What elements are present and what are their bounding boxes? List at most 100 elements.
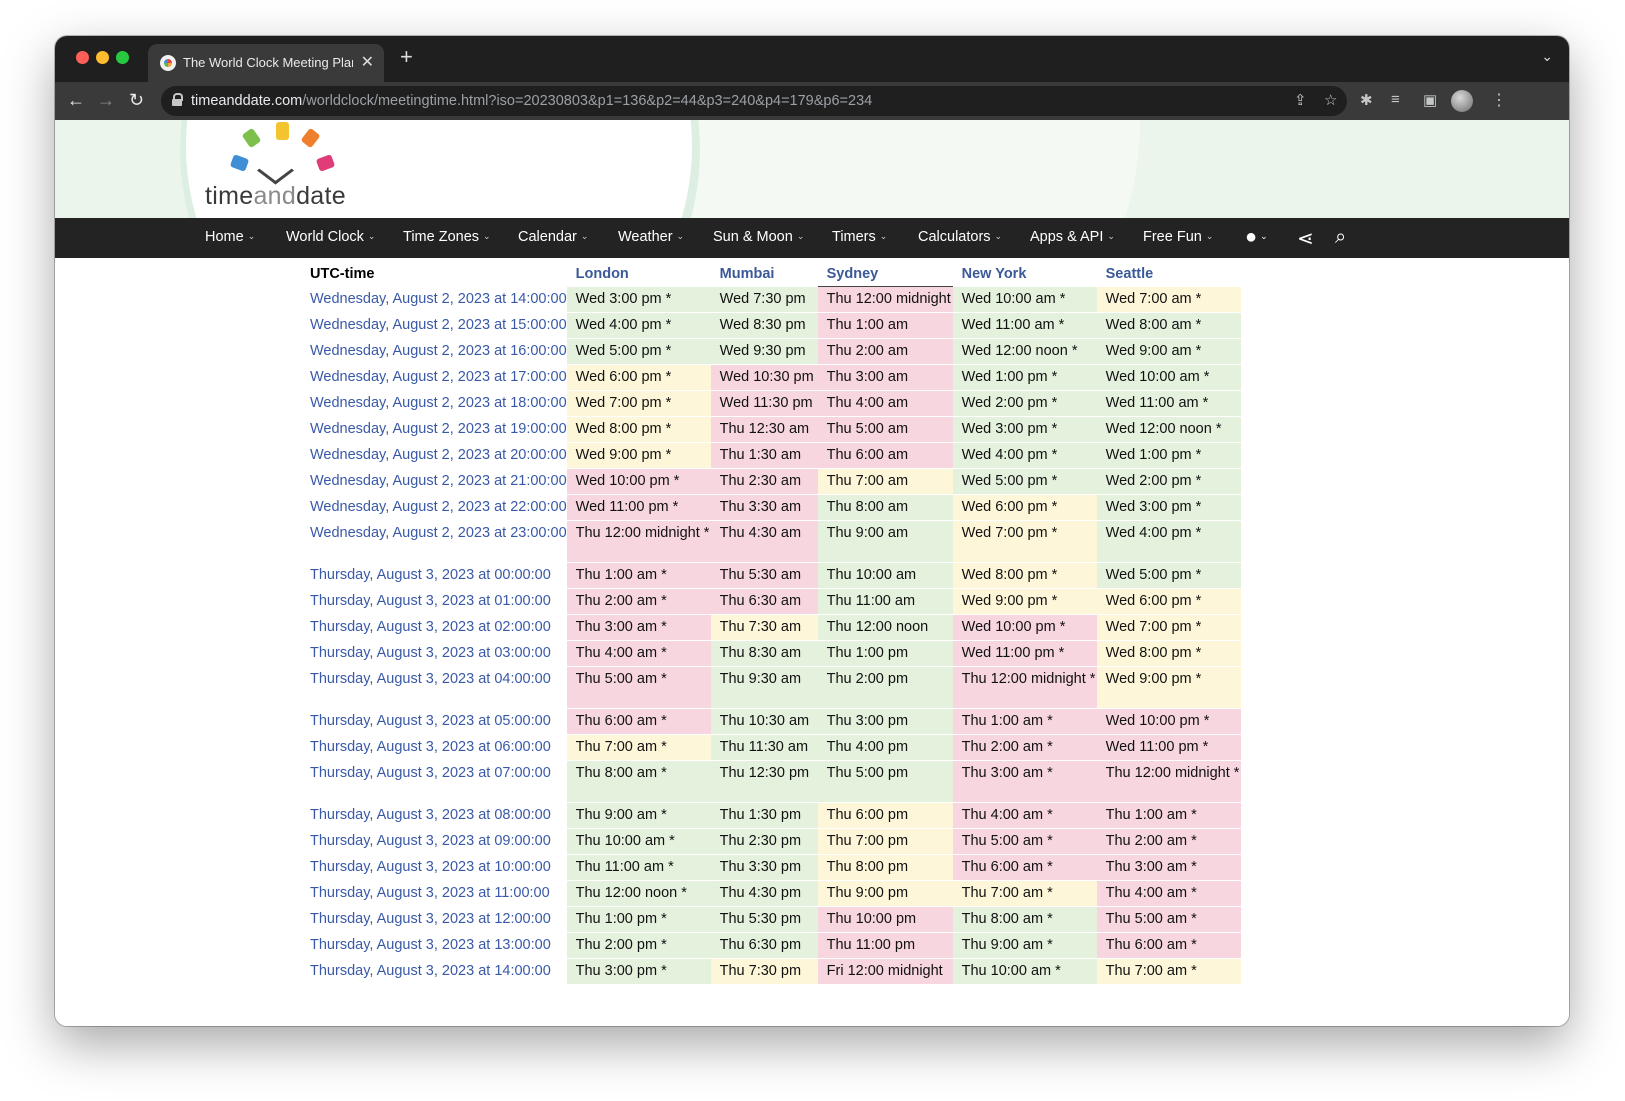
nav-item-calendar[interactable]: Calendar ⌄: [518, 229, 588, 245]
local-time-cell: Thu 5:00 am *: [952, 828, 1097, 855]
utc-time-link[interactable]: Thursday, August 3, 2023 at 01:00:00: [300, 588, 567, 615]
site-header-banner: timeanddate: [55, 120, 1569, 218]
local-time-cell: Wed 5:00 pm *: [566, 338, 711, 365]
utc-time-link[interactable]: Thursday, August 3, 2023 at 14:00:00: [300, 958, 567, 985]
utc-time-link[interactable]: Thursday, August 3, 2023 at 02:00:00: [300, 614, 567, 641]
utc-time-link[interactable]: Thursday, August 3, 2023 at 06:00:00: [300, 734, 567, 761]
local-time-cell: Thu 1:00 am *: [952, 708, 1097, 735]
utc-time-link[interactable]: Thursday, August 3, 2023 at 10:00:00: [300, 854, 567, 881]
close-window-button[interactable]: [76, 51, 89, 64]
utc-time-link[interactable]: Thursday, August 3, 2023 at 12:00:00: [300, 906, 567, 933]
chevron-down-icon: ⌄: [580, 231, 589, 241]
url-text[interactable]: timeanddate.com/worldclock/meetingtime.h…: [191, 93, 872, 109]
account-icon[interactable]: ● ⌄: [1245, 226, 1268, 249]
utc-time-link[interactable]: Thursday, August 3, 2023 at 11:00:00: [300, 880, 567, 907]
forward-arrow-icon[interactable]: →: [97, 90, 115, 111]
utc-time-link[interactable]: Wednesday, August 2, 2023 at 21:00:00: [300, 468, 567, 495]
utc-time-link[interactable]: Wednesday, August 2, 2023 at 22:00:00: [300, 494, 567, 521]
local-time-cell: Thu 9:00 am *: [566, 802, 711, 829]
local-time-cell: Thu 10:00 pm: [817, 906, 953, 933]
chevron-down-icon: ⌄: [879, 231, 888, 241]
local-time-cell: Wed 3:00 pm *: [566, 286, 711, 313]
nav-item-calculators[interactable]: Calculators ⌄: [918, 229, 1002, 245]
local-time-cell: Thu 3:00 pm *: [566, 958, 711, 985]
meeting-time-table: UTC-time London Mumbai Sydney New York Seattl…: [300, 261, 1241, 985]
utc-time-link[interactable]: Thursday, August 3, 2023 at 08:00:00: [300, 802, 567, 829]
city-column-header[interactable]: Seattle: [1097, 261, 1241, 287]
utc-time-link[interactable]: Thursday, August 3, 2023 at 05:00:00: [300, 708, 567, 735]
search-icon[interactable]: ⌕: [1335, 226, 1346, 249]
utc-time-link[interactable]: Wednesday, August 2, 2023 at 14:00:00: [300, 286, 567, 313]
chevron-down-icon: ⌄: [483, 231, 491, 241]
utc-time-link[interactable]: Wednesday, August 2, 2023 at 15:00:00: [300, 312, 567, 339]
nav-item-world-clock[interactable]: World Clock ⌄: [286, 229, 375, 245]
share-icon[interactable]: ⇪: [1294, 91, 1307, 109]
profile-avatar[interactable]: [1451, 90, 1473, 112]
bookmark-star-icon[interactable]: ☆: [1324, 91, 1337, 109]
site-logo[interactable]: timeanddate: [205, 182, 346, 211]
local-time-cell: Wed 7:00 pm *: [566, 390, 711, 417]
utc-time-link[interactable]: Wednesday, August 2, 2023 at 16:00:00: [300, 338, 567, 365]
lock-icon[interactable]: [172, 93, 183, 106]
tab-search-icon[interactable]: ⌄: [1541, 48, 1553, 65]
local-time-cell: Thu 10:00 am *: [952, 958, 1097, 985]
city-column-header[interactable]: London: [567, 261, 711, 287]
nav-item-sun-moon[interactable]: Sun & Moon ⌄: [713, 229, 804, 245]
minimize-window-button[interactable]: [96, 51, 109, 64]
utc-time-link[interactable]: Wednesday, August 2, 2023 at 23:00:00: [300, 520, 567, 563]
local-time-cell: Thu 3:00 pm: [817, 708, 953, 735]
local-time-cell: Thu 12:00 noon: [817, 614, 953, 641]
nav-item-weather[interactable]: Weather ⌄: [618, 229, 684, 245]
local-time-cell: Thu 11:00 pm: [817, 932, 953, 959]
city-column-header[interactable]: Mumbai: [711, 261, 818, 287]
local-time-cell: Thu 6:00 pm: [817, 802, 953, 829]
maximize-window-button[interactable]: [116, 51, 129, 64]
utc-time-link[interactable]: Thursday, August 3, 2023 at 13:00:00: [300, 932, 567, 959]
table-row: Thursday, August 3, 2023 at 12:00:00 Thu …: [300, 906, 1241, 933]
nav-item-timers[interactable]: Timers ⌄: [832, 229, 887, 245]
local-time-cell: Thu 2:00 pm: [817, 666, 953, 709]
nav-item-free-fun[interactable]: Free Fun ⌄: [1143, 229, 1213, 245]
table-body: Wednesday, August 2, 2023 at 14:00:00 Wed…: [300, 286, 1241, 985]
utc-time-link[interactable]: Wednesday, August 2, 2023 at 18:00:00: [300, 390, 567, 417]
local-time-cell: Wed 9:30 pm: [710, 338, 818, 365]
nav-item-home[interactable]: Home ⌄: [205, 229, 255, 245]
side-panel-icon[interactable]: ▣: [1423, 91, 1437, 109]
chevron-down-icon: ⌄: [247, 231, 256, 241]
local-time-cell: Thu 9:00 am: [817, 520, 953, 563]
local-time-cell: Thu 1:00 am: [817, 312, 953, 339]
chevron-down-icon: ⌄: [994, 231, 1003, 241]
local-time-cell: Thu 10:00 am *: [566, 828, 711, 855]
local-time-cell: Wed 7:00 pm *: [952, 520, 1097, 563]
nav-item-time-zones[interactable]: Time Zones ⌄: [403, 229, 491, 245]
utc-time-link[interactable]: Thursday, August 3, 2023 at 03:00:00: [300, 640, 567, 667]
address-bar[interactable]: timeanddate.com/worldclock/meetingtime.h…: [161, 86, 1347, 116]
local-time-cell: Thu 2:30 pm: [710, 828, 818, 855]
utc-time-link[interactable]: Wednesday, August 2, 2023 at 17:00:00: [300, 364, 567, 391]
back-arrow-icon[interactable]: ←: [67, 90, 85, 111]
utc-time-link[interactable]: Wednesday, August 2, 2023 at 20:00:00: [300, 442, 567, 469]
local-time-cell: Thu 2:00 am *: [566, 588, 711, 615]
media-control-icon[interactable]: ≡: [1391, 91, 1400, 108]
new-tab-button[interactable]: +: [400, 44, 413, 70]
local-time-cell: Wed 10:30 pm: [710, 364, 818, 391]
utc-time-link[interactable]: Thursday, August 3, 2023 at 04:00:00: [300, 666, 567, 709]
local-time-cell: Thu 9:30 am: [710, 666, 818, 709]
share-icon[interactable]: ⋖: [1297, 226, 1314, 251]
browser-tab[interactable]: The World Clock Meeting Planner ✕: [148, 44, 384, 82]
city-column-header[interactable]: New York: [953, 261, 1097, 287]
close-tab-icon[interactable]: ✕: [361, 52, 374, 72]
more-menu-icon[interactable]: ⋮: [1491, 90, 1507, 110]
extensions-puzzle-icon[interactable]: ✱: [1360, 91, 1373, 109]
reload-icon[interactable]: ↻: [129, 90, 144, 111]
local-time-cell: Thu 1:00 am *: [566, 562, 711, 589]
utc-time-link[interactable]: Thursday, August 3, 2023 at 07:00:00: [300, 760, 567, 803]
local-time-cell: Thu 4:00 am *: [1096, 880, 1241, 907]
nav-item-apps-api[interactable]: Apps & API ⌄: [1030, 229, 1115, 245]
city-column-header[interactable]: Sydney: [818, 261, 953, 287]
utc-time-link[interactable]: Thursday, August 3, 2023 at 09:00:00: [300, 828, 567, 855]
utc-time-link[interactable]: Thursday, August 3, 2023 at 00:00:00: [300, 562, 567, 589]
web-page: timeanddate ● ⌄ ⋖ ⌕ Home ⌄ World Clock ⌄ Time…: [55, 120, 1569, 1026]
utc-time-link[interactable]: Wednesday, August 2, 2023 at 19:00:00: [300, 416, 567, 443]
local-time-cell: Wed 11:30 pm: [710, 390, 818, 417]
